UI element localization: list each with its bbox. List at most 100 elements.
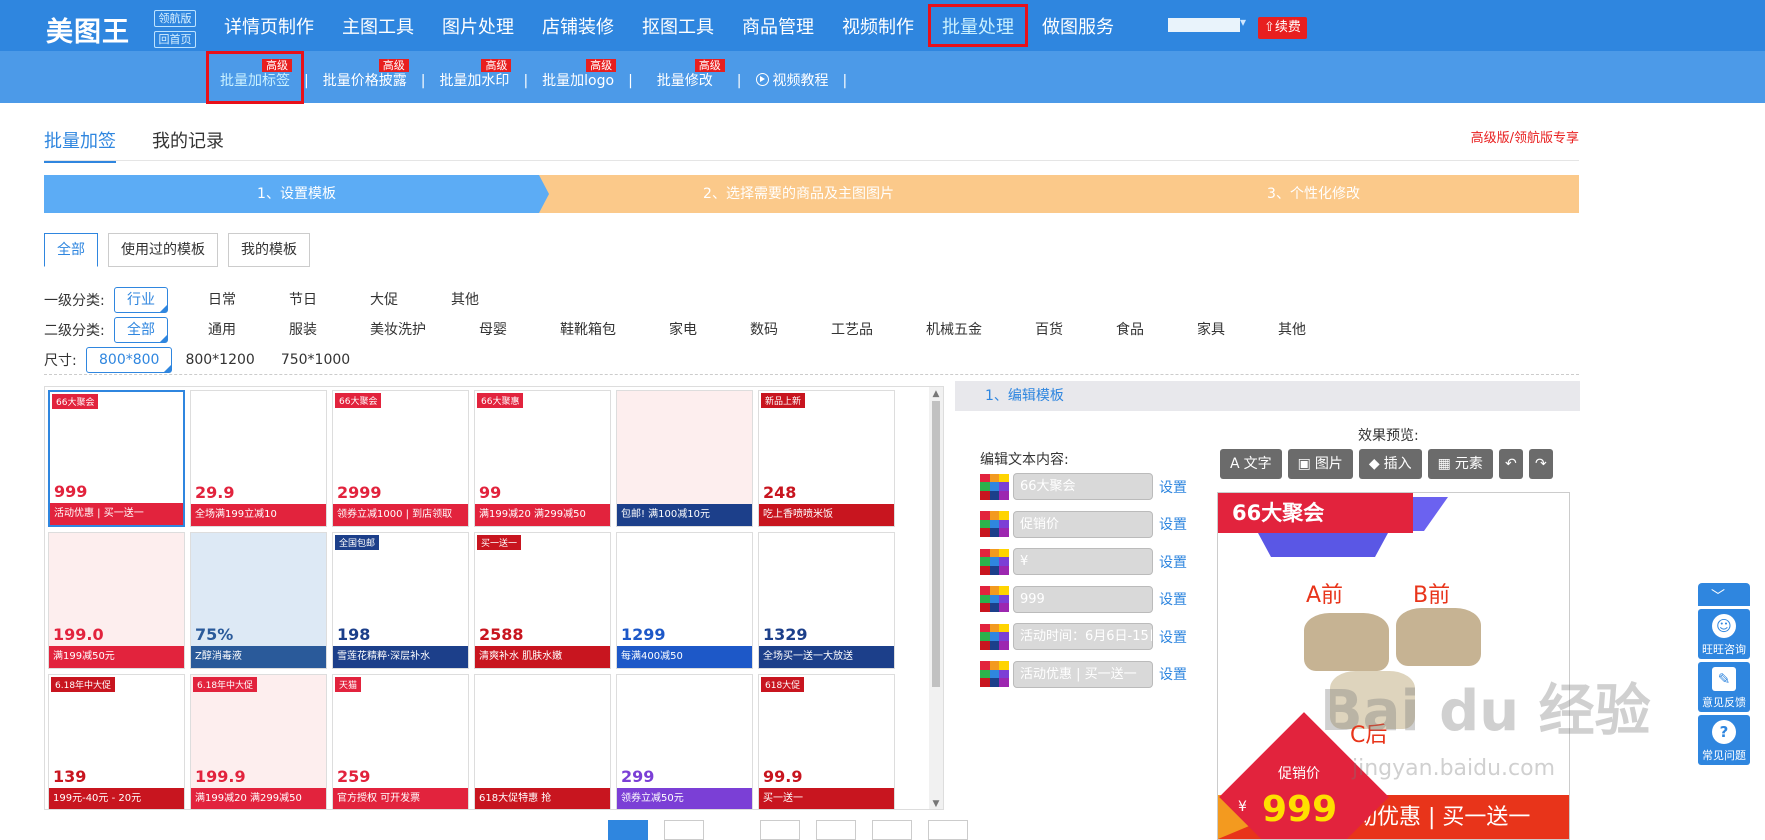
template-card[interactable]: 全国包邮 198 雪莲花精粹·深层补水 [332,532,469,669]
filter-option[interactable]: 日常 [195,287,249,313]
filter-option[interactable]: 行业 [114,287,168,313]
template-card[interactable]: 包邮! 满100减10元 [616,390,753,527]
nav-item-batch-processing[interactable]: 批量处理 [928,0,1028,51]
page-button[interactable] [816,820,856,840]
template-card[interactable]: 天猫 259 官方授权 可开发票 [332,674,469,809]
tab-batch-label[interactable]: 批量加签 [44,127,116,163]
settings-link[interactable]: 设置 [1159,589,1187,609]
undo-button[interactable]: ↶ [1498,449,1523,479]
nav-item-video-making[interactable]: 视频制作 [828,0,928,51]
scroll-up-icon[interactable]: ▲ [931,389,941,399]
nav-item-store-decoration[interactable]: 店铺装修 [528,0,628,51]
template-card[interactable]: 6.18年中大促 199.9 满199减20 满299减50 [190,674,327,809]
template-card[interactable]: 299 领券立减50元 [616,674,753,809]
template-card[interactable]: 66大聚惠 99 满199减20 满299减50 [474,390,611,527]
subnav-batch-edit[interactable]: 批量修改 高级 [633,51,737,103]
filter-option[interactable]: 通用 [195,317,249,343]
edition-tag[interactable]: 领航版 [154,10,196,27]
filter-option[interactable]: 数码 [737,317,791,343]
brand-logo[interactable]: 美图王 [46,10,130,49]
chevron-down-icon[interactable]: ▾ [1240,15,1246,29]
template-card[interactable]: 6.18年中大促 139 199元-40元 - 20元 [48,674,185,809]
color-palette-icon[interactable] [980,623,1009,650]
template-card[interactable]: 199.0 满199减50元 [48,532,185,669]
nav-item-main-image-tools[interactable]: 主图工具 [328,0,428,51]
template-card[interactable]: 买一送一 2588 清爽补水 肌肤水嫩 [474,532,611,669]
wangwang-chat-button[interactable]: ☺ 旺旺咨询 [1698,609,1750,659]
settings-link[interactable]: 设置 [1159,627,1187,647]
template-card[interactable]: 618大促特惠 抢 [474,674,611,809]
insert-button[interactable]: ◆ 插入 [1358,449,1422,479]
filter-option[interactable]: 其他 [438,287,492,313]
filter-option[interactable]: 鞋靴箱包 [547,317,629,343]
color-palette-icon[interactable] [980,548,1009,575]
filter-option[interactable]: 节日 [276,287,330,313]
settings-link[interactable]: 设置 [1159,477,1187,497]
faq-button[interactable]: ? 常见问题 [1698,715,1750,765]
nav-item-detail-page[interactable]: 详情页制作 [210,0,328,51]
redo-button[interactable]: ↷ [1528,449,1553,479]
text-content-field[interactable]: ¥ [1013,548,1153,575]
template-card[interactable]: 新品上新 248 吃上香喷喷米饭 [758,390,895,527]
scroll-thumb[interactable] [932,401,940,687]
add-text-button[interactable]: A 文字 [1220,449,1282,479]
filter-option[interactable]: 工艺品 [818,317,886,343]
nav-item-design-service[interactable]: 做图服务 [1028,0,1128,51]
text-content-field[interactable]: 促销价 [1013,510,1153,538]
template-card[interactable]: 1299 每满400减50 [616,532,753,669]
tab-my-records[interactable]: 我的记录 [152,127,224,163]
filter-option[interactable]: 其他 [1265,317,1319,343]
add-element-button[interactable]: ▦ 元素 [1427,449,1493,479]
filter-option[interactable]: 食品 [1103,317,1157,343]
filter-option[interactable]: 百货 [1022,317,1076,343]
text-content-field[interactable]: 66大聚会 [1013,473,1153,500]
text-content-field[interactable]: 活动时间：6月6日-15日 [1013,623,1153,650]
subnav-video-tutorial[interactable]: 视频教程 [742,51,843,103]
user-account-redacted[interactable] [1168,18,1240,32]
subnav-batch-label[interactable]: 批量加标签 高级 [206,51,304,104]
template-card[interactable]: 29.9 全场满199立减10 [190,390,327,527]
template-card[interactable]: 618大促 99.9 买一送一 [758,674,895,809]
template-card[interactable]: 66大聚会 999 活动优惠 | 买一送一 [48,390,185,527]
filter-option[interactable]: 母婴 [466,317,520,343]
filter-option[interactable]: 家电 [656,317,710,343]
color-palette-icon[interactable] [980,473,1009,500]
page-button[interactable] [664,820,704,840]
subnav-batch-logo[interactable]: 批量加logo 高级 [528,51,628,103]
text-content-field[interactable]: 999 [1013,585,1153,613]
tab-all-templates[interactable]: 全部 [44,233,98,267]
color-palette-icon[interactable] [980,661,1009,687]
home-link[interactable]: 回首页 [154,31,196,48]
template-card[interactable]: 1329 全场买一送一大放送 [758,532,895,669]
filter-option[interactable]: 全部 [114,317,168,343]
settings-link[interactable]: 设置 [1159,664,1187,684]
text-content-field[interactable]: 活动优惠 | 买一送一 [1013,660,1153,688]
filter-option[interactable]: 800*1200 [172,347,267,373]
color-palette-icon[interactable] [980,586,1009,612]
page-button[interactable] [760,820,800,840]
collapse-button[interactable]: ﹀ [1698,583,1750,606]
filter-option[interactable]: 服装 [276,317,330,343]
nav-item-image-processing[interactable]: 图片处理 [428,0,528,51]
template-card[interactable]: 66大聚会 2999 领券立减1000 | 到店领取 [332,390,469,527]
renew-button[interactable]: ⇧续费 [1258,17,1307,39]
filter-option[interactable]: 家具 [1184,317,1238,343]
color-palette-icon[interactable] [980,511,1009,537]
tab-my-templates[interactable]: 我的模板 [228,233,310,267]
nav-item-product-management[interactable]: 商品管理 [728,0,828,51]
page-button[interactable] [872,820,912,840]
settings-link[interactable]: 设置 [1159,552,1187,572]
filter-option[interactable]: 机械五金 [913,317,995,343]
nav-item-cutout-tools[interactable]: 抠图工具 [628,0,728,51]
subnav-batch-watermark[interactable]: 批量加水印 高级 [425,51,523,103]
add-image-button[interactable]: ▣ 图片 [1287,449,1353,479]
page-button[interactable] [928,820,968,840]
subnav-batch-price[interactable]: 批量价格披露 高级 [309,51,421,103]
filter-option[interactable]: 大促 [357,287,411,313]
settings-link[interactable]: 设置 [1159,514,1187,534]
filter-option[interactable]: 美妆洗护 [357,317,439,343]
scrollbar[interactable]: ▲ ▼ [929,387,943,809]
scroll-down-icon[interactable]: ▼ [931,799,941,809]
template-card[interactable]: 75% Z醇消毒液 [190,532,327,669]
filter-option[interactable]: 750*1000 [268,347,363,373]
